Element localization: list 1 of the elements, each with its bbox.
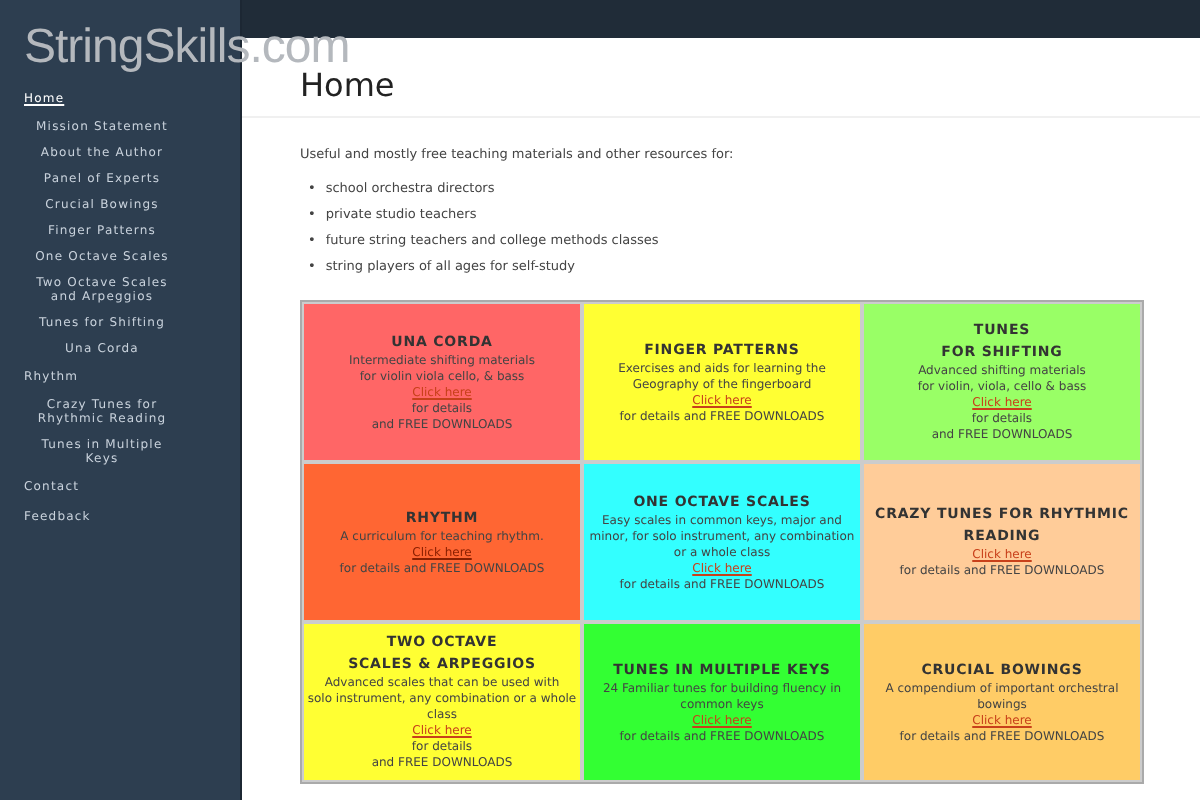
page-title: Home (300, 66, 397, 104)
